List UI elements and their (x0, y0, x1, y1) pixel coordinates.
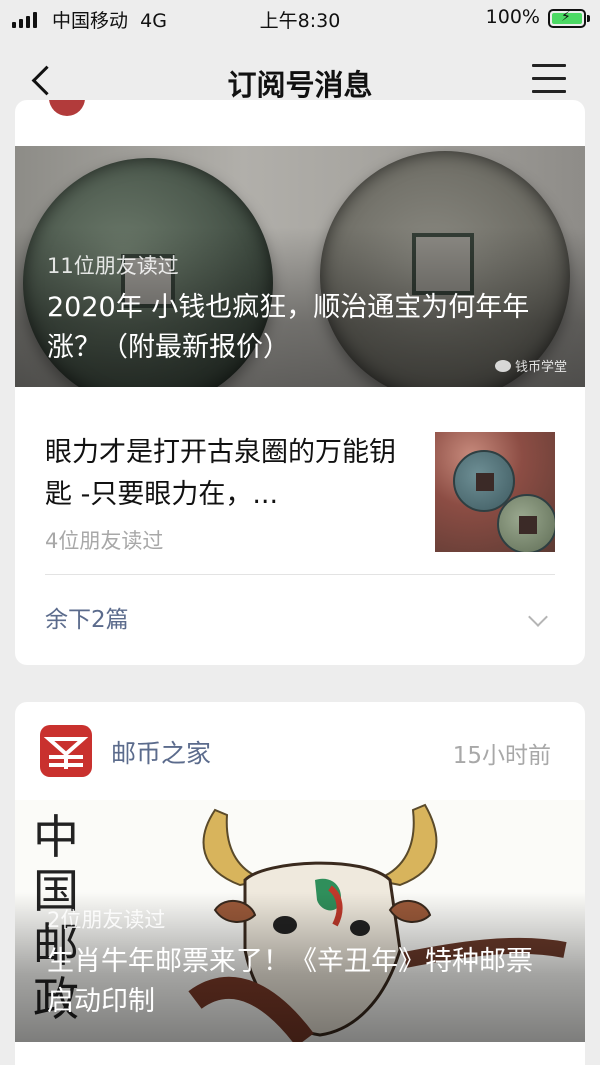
message-time: 15小时前 (452, 743, 551, 769)
article-thumbnail (435, 432, 555, 552)
message-card: 11位朋友读过 2020年 小钱也疯狂，顺治通宝为何年年涨？（附最新报价） 钱币… (15, 100, 585, 665)
battery-icon (548, 9, 590, 28)
hero-article[interactable]: 11位朋友读过 2020年 小钱也疯狂，顺治通宝为何年年涨？（附最新报价） 钱币… (15, 146, 585, 387)
article-item[interactable]: 眼力才是打开古泉圈的万能钥匙 -只要眼力在，... 4位朋友读过 (45, 387, 555, 575)
hero-readers: 2位朋友读过 (47, 908, 166, 932)
hero-title: 生肖牛年邮票来了！《辛丑年》特种邮票启动印制 (47, 946, 533, 1017)
hero-readers: 11位朋友读过 (47, 254, 179, 278)
hero-title: 2020年 小钱也疯狂，顺治通宝为何年年涨？（附最新报价） (47, 292, 530, 363)
message-card: 邮币之家 15小时前 中国邮政 2位朋友读过 生肖牛年邮票来了！《辛丑年》特种邮… (15, 702, 585, 1065)
account-logo-icon[interactable] (39, 724, 93, 778)
watermark: 钱币学堂 (494, 356, 567, 375)
article-title: 眼力才是打开古泉圈的万能钥匙 -只要眼力在，... (45, 437, 396, 510)
battery-percent: 100% (485, 6, 540, 28)
account-avatar[interactable] (49, 100, 85, 116)
chevron-down-icon[interactable] (528, 607, 548, 627)
wechat-icon (494, 360, 511, 372)
account-name[interactable]: 邮币之家 (111, 734, 211, 770)
more-articles-link[interactable]: 余下2篇 (45, 600, 129, 634)
status-bar: 中国移动 4G 上午8:30 100% (0, 0, 600, 40)
page-title: 订阅号消息 (227, 68, 373, 102)
menu-icon[interactable] (532, 64, 566, 94)
hero-article[interactable]: 中国邮政 2位朋友读过 生肖牛年邮票来了！《辛丑年》特种邮票启动印制 (15, 800, 585, 1042)
article-readers: 4位朋友读过 (45, 529, 164, 553)
